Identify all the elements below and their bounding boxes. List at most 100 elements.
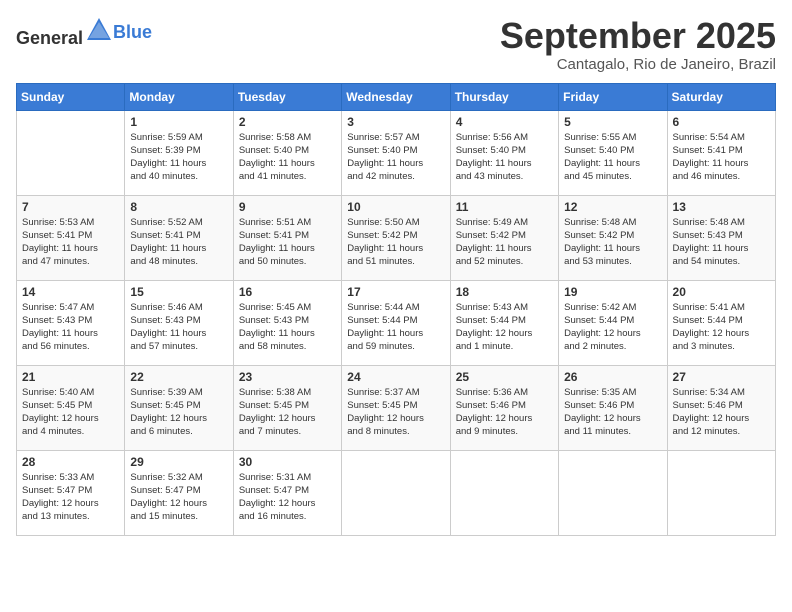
day-info: Sunrise: 5:44 AM Sunset: 5:44 PM Dayligh…	[347, 301, 444, 354]
calendar-cell	[667, 450, 775, 535]
day-number: 2	[239, 115, 336, 129]
day-info: Sunrise: 5:41 AM Sunset: 5:44 PM Dayligh…	[673, 301, 770, 354]
day-info: Sunrise: 5:39 AM Sunset: 5:45 PM Dayligh…	[130, 386, 227, 439]
calendar-cell	[342, 450, 450, 535]
day-header-wednesday: Wednesday	[342, 83, 450, 110]
calendar-cell: 5 Sunrise: 5:55 AM Sunset: 5:40 PM Daylig…	[559, 110, 667, 195]
day-info: Sunrise: 5:37 AM Sunset: 5:45 PM Dayligh…	[347, 386, 444, 439]
day-number: 10	[347, 200, 444, 214]
day-info: Sunrise: 5:59 AM Sunset: 5:39 PM Dayligh…	[130, 131, 227, 184]
calendar-cell: 21 Sunrise: 5:40 AM Sunset: 5:45 PM Dayli…	[17, 365, 125, 450]
calendar-cell: 30 Sunrise: 5:31 AM Sunset: 5:47 PM Dayli…	[233, 450, 341, 535]
day-number: 19	[564, 285, 661, 299]
day-number: 1	[130, 115, 227, 129]
calendar-cell: 19 Sunrise: 5:42 AM Sunset: 5:44 PM Dayli…	[559, 280, 667, 365]
day-info: Sunrise: 5:49 AM Sunset: 5:42 PM Dayligh…	[456, 216, 553, 269]
day-number: 16	[239, 285, 336, 299]
day-number: 9	[239, 200, 336, 214]
day-info: Sunrise: 5:45 AM Sunset: 5:43 PM Dayligh…	[239, 301, 336, 354]
day-number: 21	[22, 370, 119, 384]
day-info: Sunrise: 5:54 AM Sunset: 5:41 PM Dayligh…	[673, 131, 770, 184]
calendar-cell: 2 Sunrise: 5:58 AM Sunset: 5:40 PM Daylig…	[233, 110, 341, 195]
calendar-table: SundayMondayTuesdayWednesdayThursdayFrid…	[16, 83, 776, 536]
logo-icon	[85, 16, 113, 44]
calendar-cell: 15Sunrise: 5:46 AM Sunset: 5:43 PM Dayli…	[125, 280, 233, 365]
page-header: General Blue September 2025 Cantagalo, R…	[16, 16, 776, 73]
day-number: 3	[347, 115, 444, 129]
week-row-1: 1 Sunrise: 5:59 AM Sunset: 5:39 PM Daylig…	[17, 110, 776, 195]
day-number: 20	[673, 285, 770, 299]
day-number: 14	[22, 285, 119, 299]
day-header-saturday: Saturday	[667, 83, 775, 110]
day-header-monday: Monday	[125, 83, 233, 110]
day-info: Sunrise: 5:40 AM Sunset: 5:45 PM Dayligh…	[22, 386, 119, 439]
calendar-cell: 29 Sunrise: 5:32 AM Sunset: 5:47 PM Dayli…	[125, 450, 233, 535]
calendar-cell: 24Sunrise: 5:37 AM Sunset: 5:45 PM Dayli…	[342, 365, 450, 450]
day-number: 22	[130, 370, 227, 384]
calendar-cell: 9 Sunrise: 5:51 AM Sunset: 5:41 PM Daylig…	[233, 195, 341, 280]
calendar-cell: 4Sunrise: 5:56 AM Sunset: 5:40 PM Daylig…	[450, 110, 558, 195]
day-header-tuesday: Tuesday	[233, 83, 341, 110]
day-info: Sunrise: 5:31 AM Sunset: 5:47 PM Dayligh…	[239, 471, 336, 524]
day-number: 7	[22, 200, 119, 214]
day-info: Sunrise: 5:52 AM Sunset: 5:41 PM Dayligh…	[130, 216, 227, 269]
day-number: 23	[239, 370, 336, 384]
day-info: Sunrise: 5:57 AM Sunset: 5:40 PM Dayligh…	[347, 131, 444, 184]
week-row-2: 7 Sunrise: 5:53 AM Sunset: 5:41 PM Daylig…	[17, 195, 776, 280]
calendar-cell: 6Sunrise: 5:54 AM Sunset: 5:41 PM Daylig…	[667, 110, 775, 195]
day-number: 25	[456, 370, 553, 384]
calendar-cell	[559, 450, 667, 535]
calendar-cell	[450, 450, 558, 535]
day-info: Sunrise: 5:56 AM Sunset: 5:40 PM Dayligh…	[456, 131, 553, 184]
logo-general: General	[16, 28, 83, 48]
day-number: 28	[22, 455, 119, 469]
day-info: Sunrise: 5:32 AM Sunset: 5:47 PM Dayligh…	[130, 471, 227, 524]
day-number: 29	[130, 455, 227, 469]
day-info: Sunrise: 5:34 AM Sunset: 5:46 PM Dayligh…	[673, 386, 770, 439]
day-info: Sunrise: 5:51 AM Sunset: 5:41 PM Dayligh…	[239, 216, 336, 269]
calendar-cell: 7 Sunrise: 5:53 AM Sunset: 5:41 PM Daylig…	[17, 195, 125, 280]
day-number: 13	[673, 200, 770, 214]
calendar-cell: 3 Sunrise: 5:57 AM Sunset: 5:40 PM Daylig…	[342, 110, 450, 195]
calendar-cell: 1 Sunrise: 5:59 AM Sunset: 5:39 PM Daylig…	[125, 110, 233, 195]
calendar-cell	[17, 110, 125, 195]
day-number: 15	[130, 285, 227, 299]
day-number: 5	[564, 115, 661, 129]
calendar-cell: 25Sunrise: 5:36 AM Sunset: 5:46 PM Dayli…	[450, 365, 558, 450]
calendar-cell: 12 Sunrise: 5:48 AM Sunset: 5:42 PM Dayli…	[559, 195, 667, 280]
day-info: Sunrise: 5:38 AM Sunset: 5:45 PM Dayligh…	[239, 386, 336, 439]
day-info: Sunrise: 5:53 AM Sunset: 5:41 PM Dayligh…	[22, 216, 119, 269]
day-info: Sunrise: 5:47 AM Sunset: 5:43 PM Dayligh…	[22, 301, 119, 354]
day-number: 17	[347, 285, 444, 299]
week-row-3: 14 Sunrise: 5:47 AM Sunset: 5:43 PM Dayli…	[17, 280, 776, 365]
day-number: 27	[673, 370, 770, 384]
day-info: Sunrise: 5:42 AM Sunset: 5:44 PM Dayligh…	[564, 301, 661, 354]
calendar-header-row: SundayMondayTuesdayWednesdayThursdayFrid…	[17, 83, 776, 110]
calendar-cell: 26Sunrise: 5:35 AM Sunset: 5:46 PM Dayli…	[559, 365, 667, 450]
day-info: Sunrise: 5:55 AM Sunset: 5:40 PM Dayligh…	[564, 131, 661, 184]
day-number: 12	[564, 200, 661, 214]
day-number: 30	[239, 455, 336, 469]
day-info: Sunrise: 5:33 AM Sunset: 5:47 PM Dayligh…	[22, 471, 119, 524]
week-row-5: 28 Sunrise: 5:33 AM Sunset: 5:47 PM Dayli…	[17, 450, 776, 535]
calendar-cell: 28 Sunrise: 5:33 AM Sunset: 5:47 PM Dayli…	[17, 450, 125, 535]
location-subtitle: Cantagalo, Rio de Janeiro, Brazil	[500, 56, 776, 73]
day-info: Sunrise: 5:50 AM Sunset: 5:42 PM Dayligh…	[347, 216, 444, 269]
logo-blue: Blue	[113, 22, 152, 43]
day-info: Sunrise: 5:48 AM Sunset: 5:42 PM Dayligh…	[564, 216, 661, 269]
day-info: Sunrise: 5:43 AM Sunset: 5:44 PM Dayligh…	[456, 301, 553, 354]
week-row-4: 21 Sunrise: 5:40 AM Sunset: 5:45 PM Dayli…	[17, 365, 776, 450]
calendar-cell: 16 Sunrise: 5:45 AM Sunset: 5:43 PM Dayli…	[233, 280, 341, 365]
calendar-cell: 22 Sunrise: 5:39 AM Sunset: 5:45 PM Dayli…	[125, 365, 233, 450]
day-number: 8	[130, 200, 227, 214]
calendar-cell: 13Sunrise: 5:48 AM Sunset: 5:43 PM Dayli…	[667, 195, 775, 280]
calendar-cell: 27 Sunrise: 5:34 AM Sunset: 5:46 PM Dayli…	[667, 365, 775, 450]
calendar-cell: 18Sunrise: 5:43 AM Sunset: 5:44 PM Dayli…	[450, 280, 558, 365]
day-info: Sunrise: 5:58 AM Sunset: 5:40 PM Dayligh…	[239, 131, 336, 184]
logo: General Blue	[16, 16, 152, 49]
day-header-thursday: Thursday	[450, 83, 558, 110]
day-number: 26	[564, 370, 661, 384]
day-header-sunday: Sunday	[17, 83, 125, 110]
calendar-cell: 10 Sunrise: 5:50 AM Sunset: 5:42 PM Dayli…	[342, 195, 450, 280]
day-number: 11	[456, 200, 553, 214]
